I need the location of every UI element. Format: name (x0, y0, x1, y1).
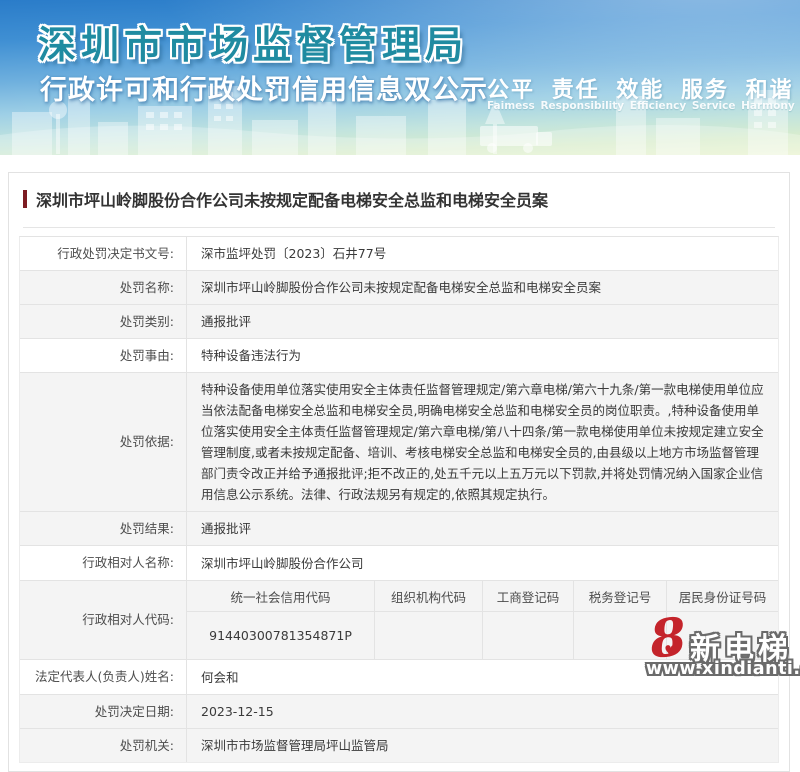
row-value: 深圳市坪山岭脚股份合作公司未按规定配备电梯安全总监和电梯安全员案 (187, 271, 778, 304)
code-column-header: 居民身份证号码 (666, 581, 778, 611)
row-value: 特种设备违法行为 (187, 339, 778, 372)
header-banner: 深圳市市场监督管理局 行政许可和行政处罚信用信息双公示 公平 责任 效能 服务 … (0, 0, 800, 155)
site-subtitle: 行政许可和行政处罚信用信息双公示 (40, 68, 488, 107)
site-title: 深圳市市场监督管理局 (38, 14, 468, 69)
table-row: 处罚名称:深圳市坪山岭脚股份合作公司未按规定配备电梯安全总监和电梯安全员案 (20, 270, 778, 304)
table-row: 处罚决定日期:2023-12-15 (20, 694, 778, 728)
case-title: 深圳市坪山岭脚股份合作公司未按规定配备电梯安全总监和电梯安全员案 (36, 187, 548, 211)
code-cell-value (482, 612, 573, 659)
row-label: 行政相对人名称: (20, 546, 187, 580)
code-column-header: 税务登记号 (573, 581, 666, 611)
row-value: 深市监坪处罚〔2023〕石井77号 (187, 237, 778, 270)
row-label: 处罚机关: (20, 729, 187, 762)
title-separator (23, 227, 775, 228)
row-label: 处罚名称: (20, 271, 187, 304)
table-row: 处罚依据:特种设备使用单位落实使用安全主体责任监督管理规定/第六章电梯/第六十九… (20, 372, 778, 511)
code-value-row: 91440300781354871P (187, 611, 778, 659)
title-marker-bar (23, 190, 27, 208)
notice-card: 深圳市坪山岭脚股份合作公司未按规定配备电梯安全总监和电梯安全员案 行政处罚决定书… (8, 172, 790, 772)
row-value: 特种设备使用单位落实使用安全主体责任监督管理规定/第六章电梯/第六十九条/第一款… (187, 373, 778, 511)
row-value: 深圳市坪山岭脚股份合作公司 (187, 546, 778, 580)
table-row: 行政处罚决定书文号:深市监坪处罚〔2023〕石井77号 (20, 237, 778, 270)
code-cell-value (573, 612, 666, 659)
row-value: 通报批评 (187, 512, 778, 545)
table-row: 处罚事由:特种设备违法行为 (20, 338, 778, 372)
code-column-header: 组织机构代码 (374, 581, 482, 611)
row-label: 处罚事由: (20, 339, 187, 372)
code-header-row: 统一社会信用代码组织机构代码工商登记码税务登记号居民身份证号码 (187, 581, 778, 611)
code-cell-value: 91440300781354871P (187, 612, 374, 659)
table-row: 处罚类别:通报批评 (20, 304, 778, 338)
code-column-header: 工商登记码 (482, 581, 573, 611)
row-label: 处罚依据: (20, 373, 187, 511)
row-value: 何会和 (187, 660, 778, 694)
penalty-table: 行政处罚决定书文号:深市监坪处罚〔2023〕石井77号处罚名称:深圳市坪山岭脚股… (19, 236, 779, 763)
code-column-header: 统一社会信用代码 (187, 581, 374, 611)
row-label: 处罚类别: (20, 305, 187, 338)
row-label: 行政处罚决定书文号: (20, 237, 187, 270)
row-label: 法定代表人(负责人)姓名: (20, 660, 187, 694)
table-row: 行政相对人名称:深圳市坪山岭脚股份合作公司 (20, 545, 778, 580)
row-value: 深圳市市场监督管理局坪山监管局 (187, 729, 778, 762)
table-row: 法定代表人(负责人)姓名:何会和 (20, 659, 778, 694)
row-value: 2023-12-15 (187, 695, 778, 728)
row-label: 处罚结果: (20, 512, 187, 545)
code-cell-value (666, 612, 778, 659)
case-title-row: 深圳市坪山岭脚股份合作公司未按规定配备电梯安全总监和电梯安全员案 (9, 173, 789, 223)
row-value: 通报批评 (187, 305, 778, 338)
row-label: 处罚决定日期: (20, 695, 187, 728)
table-row: 处罚机关:深圳市市场监督管理局坪山监管局 (20, 728, 778, 762)
slogan-english: Faimess Responsibility Efficiency Servic… (487, 100, 795, 112)
relative-party-code-table: 统一社会信用代码组织机构代码工商登记码税务登记号居民身份证号码914403007… (187, 581, 778, 659)
row-label: 行政相对人代码: (20, 581, 187, 659)
code-cell-value (374, 612, 482, 659)
table-row: 处罚结果:通报批评 (20, 511, 778, 545)
table-row: 行政相对人代码:统一社会信用代码组织机构代码工商登记码税务登记号居民身份证号码9… (20, 580, 778, 659)
